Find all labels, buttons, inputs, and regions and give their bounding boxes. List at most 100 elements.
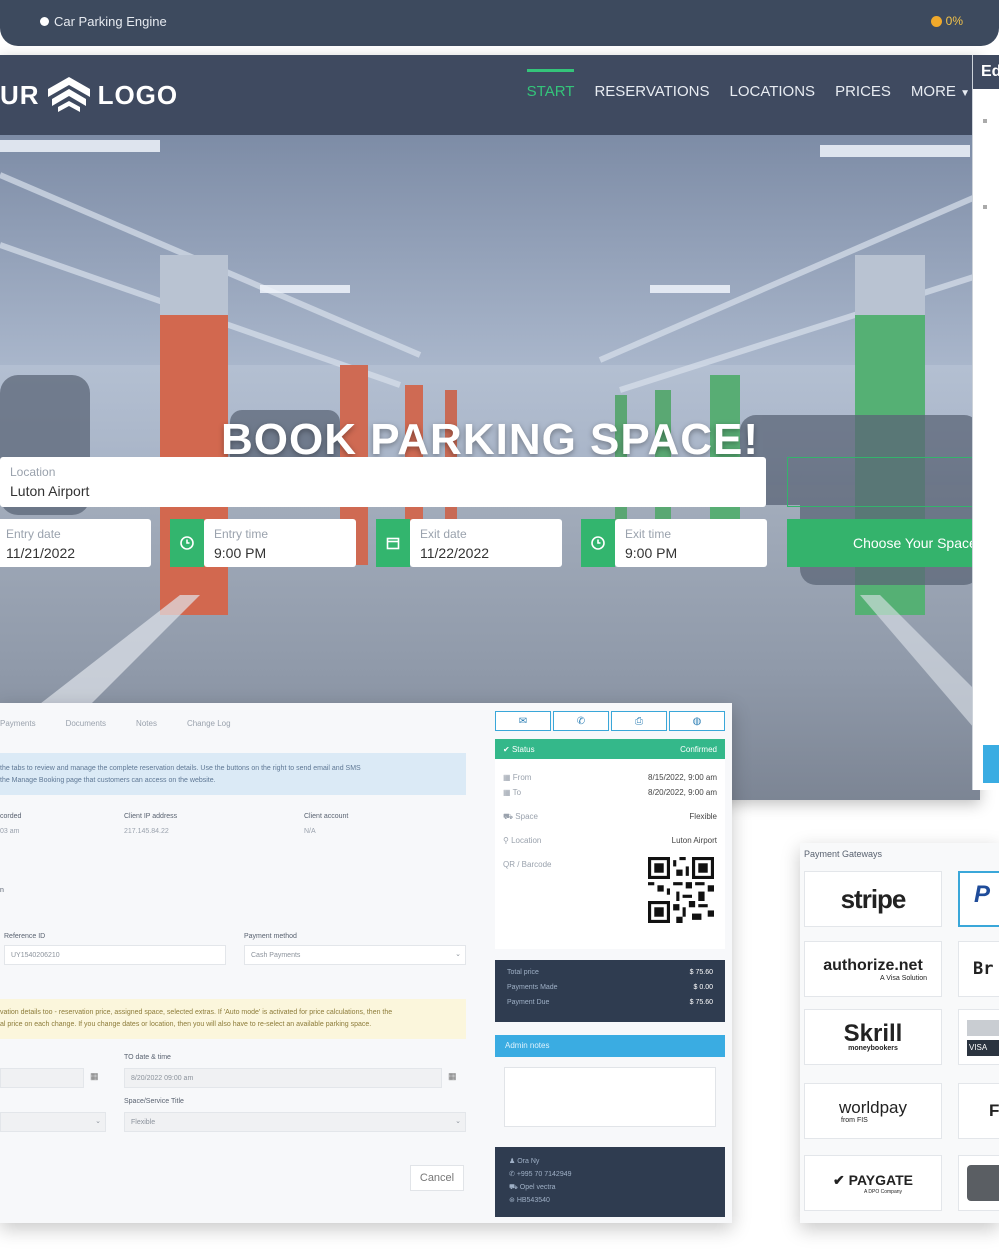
reservation-summary: ▦ From 8/15/2022, 9:00 am ▦ To 8/20/2022… [495, 759, 725, 949]
menu-locations[interactable]: LOCATIONS [729, 83, 815, 100]
made-value: $ 0.00 [693, 984, 713, 991]
menu-more-label: MORE [910, 83, 956, 100]
logo-chevron-icon [47, 77, 90, 112]
car-icon: ⛟ [503, 812, 516, 821]
phone-icon: ✆ [576, 715, 586, 727]
printer-icon: ⎙ [635, 715, 643, 727]
calendar-icon[interactable]: ▦ [448, 1071, 457, 1082]
space-service-value: Flexible [131, 1119, 156, 1126]
panel-action-button[interactable] [983, 745, 999, 783]
status-label: ✔ Status [503, 745, 535, 754]
clock-icon[interactable] [581, 519, 615, 567]
space-service-select[interactable]: Flexible ⌄ [124, 1112, 466, 1132]
entry-time-label: Entry time [214, 527, 269, 541]
paygate-text: PAYGATE [848, 1171, 913, 1188]
reference-label: Reference ID [4, 933, 46, 940]
client-phone-row: ✆ +995 70 7142949 [509, 1168, 711, 1181]
from-row: ▦ From 8/15/2022, 9:00 am [503, 773, 717, 782]
choose-space-button[interactable]: Choose Your Space [787, 519, 980, 567]
exit-date-value: 11/22/2022 [420, 545, 490, 561]
from-datetime-input[interactable] [0, 1068, 84, 1088]
gateway-paypal[interactable]: P [958, 871, 999, 927]
entry-time-field[interactable]: Entry time 9:00 PM [204, 519, 356, 567]
visa-card-icon: VISA [967, 1040, 999, 1056]
entry-date-label: Entry date [6, 527, 61, 541]
gateway-cards[interactable]: VISA [958, 1009, 999, 1065]
paygate-logo: ✔ PAYGATE [833, 1172, 913, 1189]
progress-text: 0% [945, 14, 963, 28]
total-value: $ 75.60 [689, 969, 713, 976]
payment-method-select[interactable]: Cash Payments ⌄ [244, 945, 466, 965]
gateway-paygate[interactable]: ✔ PAYGATE A DPO Company [804, 1155, 942, 1211]
gateway-worldpay[interactable]: worldpay from FIS [804, 1083, 942, 1139]
recorded-label: corded [0, 813, 22, 820]
calendar-icon[interactable]: ▦ [90, 1071, 99, 1082]
exit-time-field[interactable]: Exit time 9:00 PM [615, 519, 767, 567]
payment-method-value: Cash Payments [251, 952, 301, 959]
panel-marker [983, 205, 987, 209]
tab-change-log[interactable]: Change Log [187, 719, 231, 728]
calendar-icon[interactable] [376, 519, 410, 567]
print-button[interactable]: ⎙ [611, 711, 667, 731]
admin-notes-textarea[interactable] [504, 1067, 716, 1127]
service-select-left[interactable]: ⌄ [0, 1112, 106, 1132]
hero-section: BOOK PARKING SPACE! Location Luton Airpo… [0, 135, 980, 800]
paygate-check-icon: ✔ [833, 1171, 845, 1188]
authorize-logo: authorize.net [823, 956, 923, 974]
paypal-logo-icon: P [974, 881, 991, 908]
chevron-down-icon: ▼ [960, 88, 970, 99]
qr-label: QR / Barcode [503, 860, 552, 869]
space-value: Flexible [689, 812, 717, 821]
info-line: the Manage Booking page that customers c… [0, 777, 216, 784]
site-navbar: UR LOGO START RESERVATIONS LOCATIONS PRI… [0, 55, 980, 135]
paygate-sub: A DPO Company [863, 1188, 903, 1195]
stripe-logo: stripe [840, 883, 907, 914]
gateway-skrill[interactable]: Skrill moneybookers [804, 1009, 942, 1065]
card-gray-icon [967, 1020, 999, 1036]
cancel-button[interactable]: Cancel [410, 1165, 464, 1191]
gateway-stripe[interactable]: stripe [804, 871, 942, 927]
gateway-braintree[interactable]: Br [958, 941, 999, 997]
reference-input[interactable]: UY1540206210 [4, 945, 226, 965]
gateway-dark[interactable] [958, 1155, 999, 1211]
location-value: Luton Airport [671, 836, 717, 845]
tab-payments[interactable]: Payments [0, 719, 36, 728]
section-title: n [0, 887, 4, 894]
gateway-partial[interactable]: F [958, 1083, 999, 1139]
client-info: ♟ Ora Ny ✆ +995 70 7142949 ⛟ Opel vectra… [495, 1147, 725, 1217]
exit-time-value: 9:00 PM [625, 545, 678, 561]
location-label: Location [10, 465, 56, 479]
clock-icon[interactable] [170, 519, 204, 567]
tab-documents[interactable]: Documents [66, 719, 106, 728]
info-line: the tabs to review and manage the comple… [0, 765, 361, 772]
entry-time-value: 9:00 PM [214, 545, 267, 561]
gateway-authorize-net[interactable]: authorize.net A Visa Solution [804, 941, 942, 997]
space-service-label: Space/Service Title [124, 1098, 184, 1105]
exit-date-label: Exit date [420, 527, 467, 541]
tab-notes[interactable]: Notes [136, 719, 157, 728]
booking-tabs: Payments Documents Notes Change Log [0, 719, 231, 728]
site-logo[interactable]: UR LOGO [0, 75, 178, 115]
to-label-text: To [512, 788, 522, 797]
entry-date-value: 11/21/2022 [6, 545, 76, 561]
braintree-logo: Br [973, 959, 994, 979]
location-label-text: Location [511, 836, 542, 845]
authorize-sub: A Visa Solution [880, 974, 927, 982]
logo-text-left: UR [0, 79, 40, 110]
menu-more[interactable]: MORE ▼ [911, 83, 970, 100]
progress-icon [930, 15, 942, 27]
visa-text: VISA [969, 1043, 988, 1052]
location-field[interactable]: Location Luton Airport [0, 457, 766, 507]
menu-start[interactable]: START [526, 69, 574, 100]
menu-prices[interactable]: PRICES [835, 83, 891, 100]
total-label: Total price [507, 969, 539, 976]
entry-date-field[interactable]: Entry date 11/21/2022 [0, 519, 151, 567]
panel-marker [983, 119, 987, 123]
call-button[interactable]: ✆ [553, 711, 609, 731]
menu-reservations[interactable]: RESERVATIONS [594, 83, 709, 100]
exit-date-field[interactable]: Exit date 11/22/2022 [410, 519, 562, 567]
due-row: Payment Due $ 75.60 [507, 999, 713, 1006]
web-button[interactable]: ◍ [669, 711, 725, 731]
email-button[interactable]: ✉ [495, 711, 551, 731]
to-datetime-input[interactable]: 8/20/2022 09:00 am [124, 1068, 442, 1088]
